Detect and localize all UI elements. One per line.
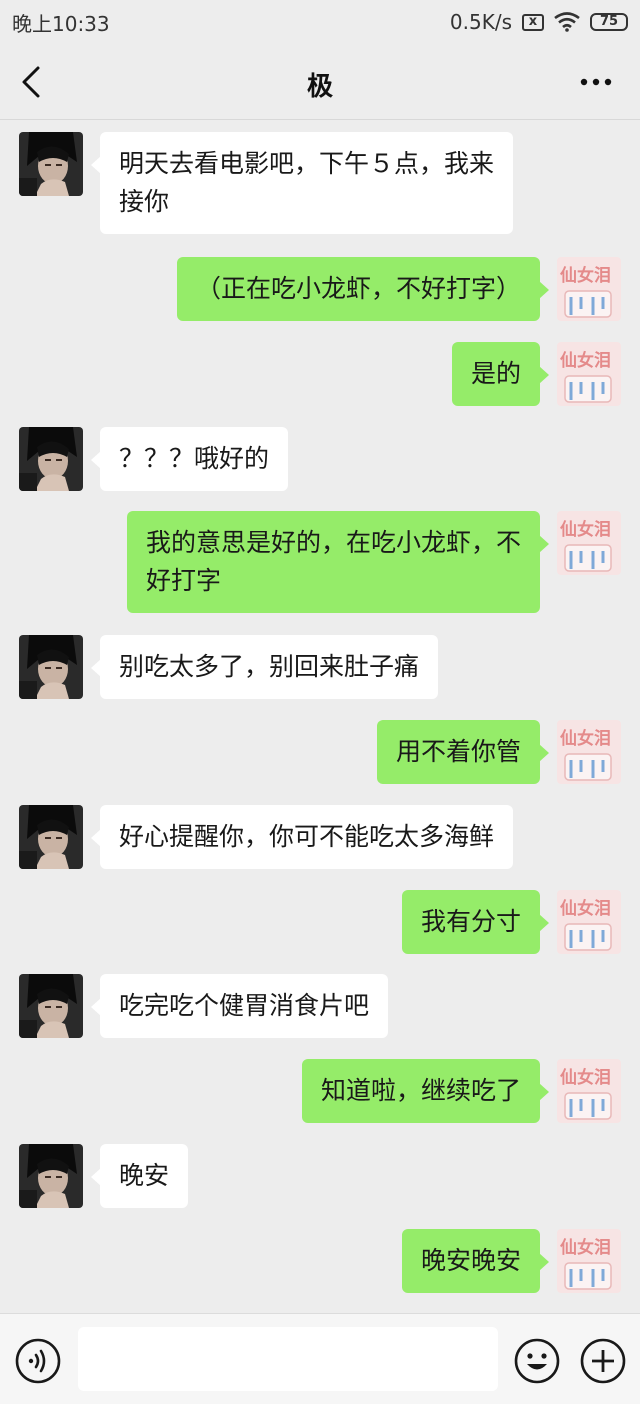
- contact-avatar[interactable]: [19, 1144, 83, 1208]
- contact-avatar[interactable]: [19, 132, 83, 196]
- contact-avatar[interactable]: [19, 427, 83, 491]
- message-bubble[interactable]: 我的意思是好的，在吃小龙虾，不 好打字: [126, 511, 550, 613]
- status-bar: 晚上10:33 0.5K/s x 75: [0, 0, 640, 44]
- svg-text:仙女泪: 仙女泪: [560, 1237, 611, 1258]
- message-bubble[interactable]: 晚安晚安: [401, 1229, 550, 1293]
- svg-text:仙女泪: 仙女泪: [560, 1067, 611, 1088]
- self-avatar[interactable]: 仙女泪: [557, 1059, 621, 1123]
- self-avatar[interactable]: 仙女泪: [557, 890, 621, 954]
- message-bubble[interactable]: 吃完吃个健胃消食片吧: [90, 974, 389, 1038]
- voice-icon[interactable]: [15, 1338, 61, 1384]
- message-bubble[interactable]: 晚安: [90, 1144, 189, 1208]
- message-input[interactable]: [78, 1327, 498, 1391]
- svg-text:仙女泪: 仙女泪: [560, 350, 611, 371]
- more-dots-icon[interactable]: [580, 77, 612, 87]
- svg-text:仙女泪: 仙女泪: [560, 265, 611, 286]
- contact-avatar[interactable]: [19, 635, 83, 699]
- message-bubble[interactable]: 知道啦，继续吃了: [301, 1059, 550, 1123]
- message-bubble[interactable]: 是的: [451, 342, 550, 406]
- wifi-icon: [554, 12, 580, 32]
- contact-avatar[interactable]: [19, 974, 83, 1038]
- contact-avatar[interactable]: [19, 805, 83, 869]
- message-bubble[interactable]: 别吃太多了，别回来肚子痛: [90, 635, 439, 699]
- battery-indicator: 75: [590, 13, 628, 31]
- plus-icon[interactable]: [580, 1338, 626, 1384]
- chat-header: 极: [0, 44, 640, 120]
- self-avatar[interactable]: 仙女泪: [557, 511, 621, 575]
- message-bubble[interactable]: ？？？哦好的: [90, 427, 289, 491]
- status-indicators: 0.5K/s x 75: [450, 10, 628, 34]
- message-bubble[interactable]: 好心提醒你，你可不能吃太多海鲜: [90, 805, 514, 869]
- no-sim-icon: x: [522, 13, 544, 31]
- svg-text:仙女泪: 仙女泪: [560, 728, 611, 749]
- self-avatar[interactable]: 仙女泪: [557, 1229, 621, 1293]
- message-bubble[interactable]: 我有分寸: [401, 890, 550, 954]
- network-speed: 0.5K/s: [449, 10, 512, 34]
- self-avatar[interactable]: 仙女泪: [557, 720, 621, 784]
- message-bubble[interactable]: 明天去看电影吧，下午５点，我来 接你: [90, 132, 514, 234]
- message-bubble[interactable]: 用不着你管: [376, 720, 550, 784]
- svg-text:仙女泪: 仙女泪: [560, 519, 611, 540]
- input-bar: [0, 1313, 640, 1404]
- message-bubble[interactable]: （正在吃小龙虾，不好打字）: [176, 257, 550, 321]
- status-time: 晚上10:33: [12, 11, 110, 36]
- svg-text:仙女泪: 仙女泪: [560, 898, 611, 919]
- emoji-icon[interactable]: [514, 1338, 560, 1384]
- self-avatar[interactable]: 仙女泪: [557, 342, 621, 406]
- self-avatar[interactable]: 仙女泪: [557, 257, 621, 321]
- chat-title: 极: [306, 72, 333, 102]
